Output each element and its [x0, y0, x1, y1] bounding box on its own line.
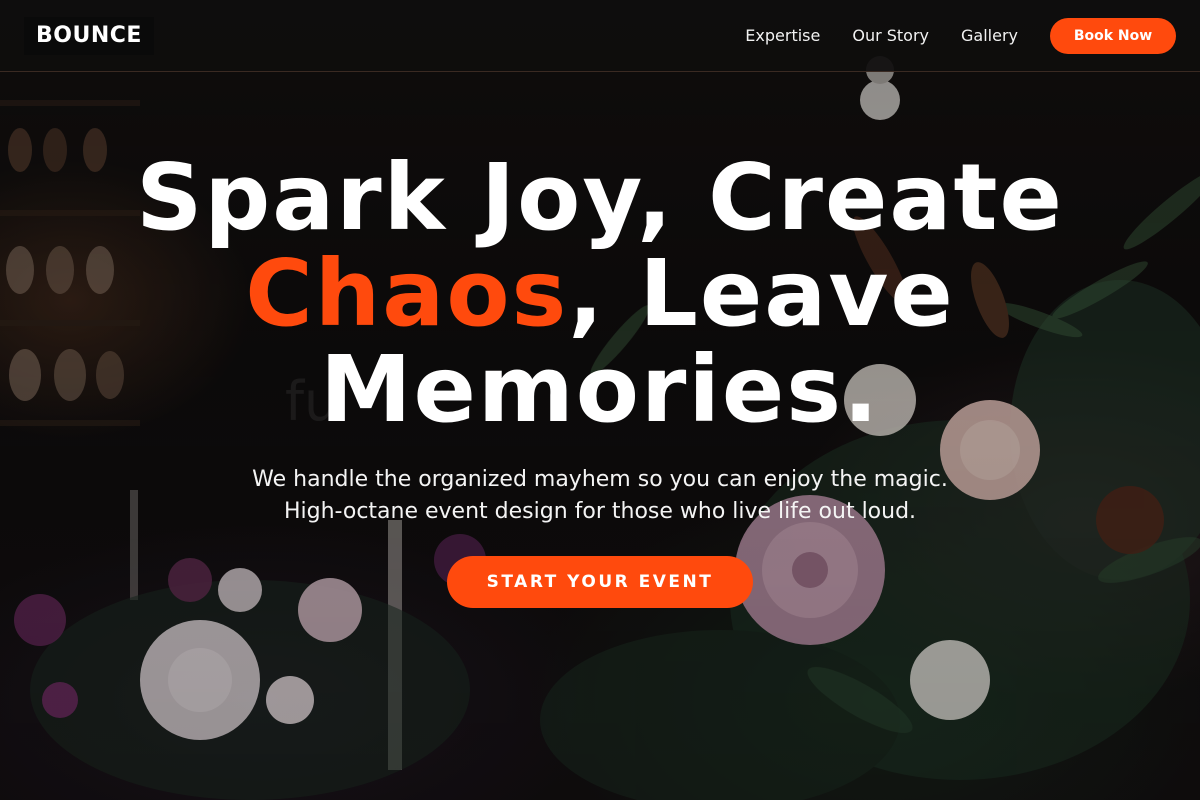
top-navigation-bar: BOUNCE Expertise Our Story Gallery Book …	[0, 0, 1200, 72]
hero-subtext: We handle the organized mayhem so you ca…	[252, 467, 948, 524]
book-now-button[interactable]: Book Now	[1050, 17, 1176, 54]
brand-logo[interactable]: BOUNCE	[24, 16, 154, 55]
nav-link-gallery[interactable]: Gallery	[961, 26, 1018, 45]
nav-link-expertise[interactable]: Expertise	[745, 26, 820, 45]
nav-links: Expertise Our Story Gallery Book Now	[745, 17, 1176, 54]
headline-line-3: Memories.	[319, 336, 881, 443]
hero-section: Spark Joy, Create Chaos, Leave Memories.…	[0, 150, 1200, 608]
hero-headline: Spark Joy, Create Chaos, Leave Memories.	[0, 150, 1200, 438]
headline-accent-word: Chaos	[245, 240, 569, 347]
headline-line-1: Spark Joy, Create	[136, 144, 1064, 251]
nav-link-our-story[interactable]: Our Story	[852, 26, 929, 45]
start-your-event-button[interactable]: START YOUR EVENT	[447, 556, 753, 608]
headline-line-2-rest: , Leave	[568, 240, 955, 347]
